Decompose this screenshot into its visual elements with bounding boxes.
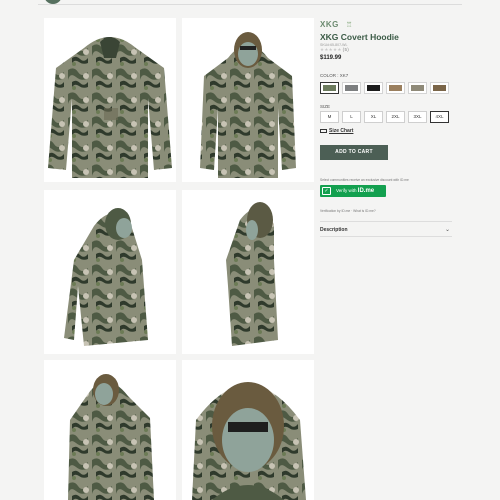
color-swatch-gray[interactable]	[342, 82, 361, 94]
size-chart-label: Size Chart	[329, 128, 354, 134]
size-option-4xl[interactable]: 4XL	[430, 111, 449, 123]
hoodie-mask-front-image	[200, 32, 296, 178]
verify-idme-button[interactable]: ✓ Verify with ID.me	[320, 185, 386, 197]
size-chart-link[interactable]: Size Chart	[320, 128, 353, 134]
header-divider	[38, 0, 462, 5]
brand-mark-icon: ♖	[346, 22, 353, 29]
swatch-fill	[433, 85, 446, 91]
color-label: COLOR : XK7	[320, 73, 349, 78]
idme-button-label: Verify with ID.me	[336, 185, 374, 197]
idme-logo: ID.me	[357, 188, 375, 194]
size-option-xl[interactable]: XL	[364, 111, 383, 123]
gallery-image-hood-closeup[interactable]	[182, 360, 314, 500]
product-price: $119.99	[320, 55, 342, 61]
hoodie-hood-closeup-image	[192, 382, 306, 500]
product-title: XKG Covert Hoodie	[320, 32, 399, 42]
size-option-m[interactable]: M	[320, 111, 339, 123]
size-label: SIZE	[320, 104, 331, 109]
swatch-fill	[323, 85, 336, 91]
rating-stars[interactable]: ★★★★★(5)	[320, 47, 349, 53]
chevron-down-icon: ⌄	[444, 227, 450, 233]
hoodie-three-quarter-image	[68, 374, 154, 500]
review-count: (5)	[342, 47, 350, 52]
idme-info-link[interactable]: Verification by ID.me · What is ID.me?	[320, 209, 376, 213]
size-option-2xl[interactable]: 2XL	[386, 111, 405, 123]
check-icon: ✓	[322, 187, 331, 195]
gallery-image-three-quarter[interactable]	[44, 360, 176, 500]
swatch-fill	[411, 85, 424, 91]
color-swatches	[320, 82, 452, 95]
gallery-image-masked-front[interactable]	[182, 18, 314, 182]
hoodie-side-left-image	[64, 208, 148, 346]
gallery-image-side-left[interactable]	[44, 190, 176, 354]
gallery-image-front[interactable]	[44, 18, 176, 182]
brand-name: XKG	[320, 20, 339, 29]
add-to-cart-button[interactable]: ADD TO CART	[320, 145, 388, 160]
hoodie-side-right-image	[226, 202, 278, 346]
description-accordion[interactable]: Description ⌄	[320, 221, 452, 237]
ruler-icon	[320, 128, 327, 133]
star-icons: ★★★★★	[320, 47, 342, 52]
idme-button-text: Verify with	[336, 188, 357, 193]
product-page: XKG ♖ XKG Covert Hoodie SKU#:65-807-WL ★…	[0, 0, 500, 500]
idme-promo-text: Select communities receive an exclusive …	[320, 178, 409, 182]
hoodie-front-image	[48, 37, 172, 178]
color-swatch-camo-brown[interactable]	[430, 82, 449, 94]
color-swatch-tan[interactable]	[386, 82, 405, 94]
color-swatch-black[interactable]	[364, 82, 383, 94]
swatch-fill	[389, 85, 402, 91]
swatch-fill	[345, 85, 358, 91]
size-options: M L XL 2XL 3XL 4XL	[320, 111, 452, 124]
size-option-l[interactable]: L	[342, 111, 361, 123]
gallery-image-side-right[interactable]	[182, 190, 314, 354]
color-swatch-xk7[interactable]	[320, 82, 339, 94]
color-swatch-camo-light[interactable]	[408, 82, 427, 94]
size-option-3xl[interactable]: 3XL	[408, 111, 427, 123]
swatch-fill	[367, 85, 380, 91]
description-label: Description	[320, 227, 348, 233]
